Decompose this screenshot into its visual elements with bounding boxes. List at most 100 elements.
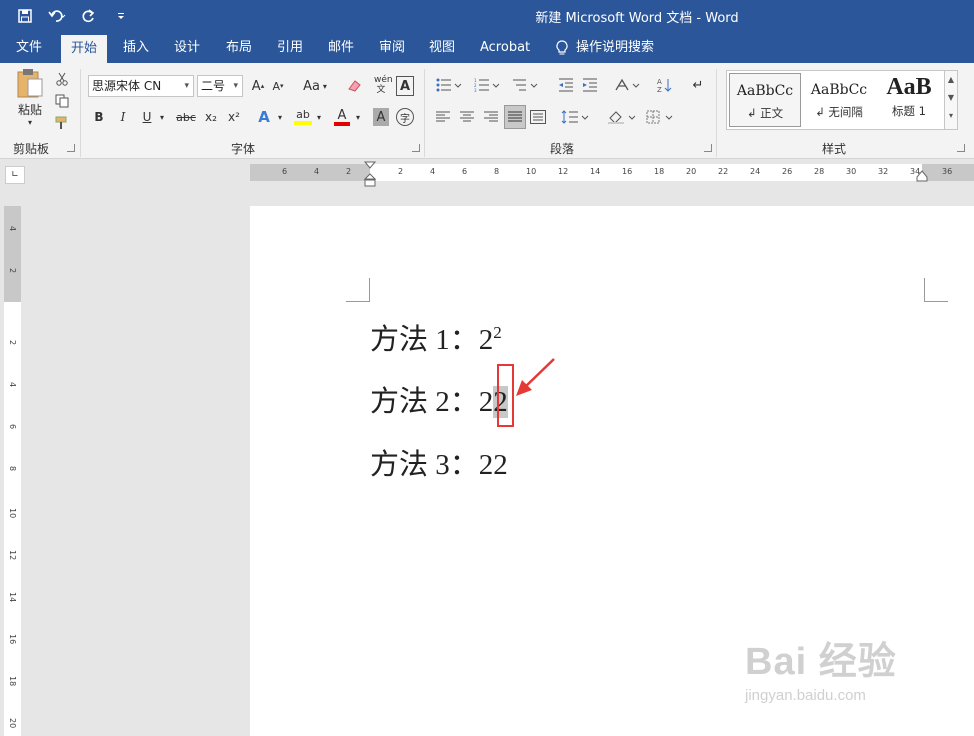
style-heading-1[interactable]: AaB 标题 1 <box>873 73 945 127</box>
font-color-swatch <box>334 121 350 126</box>
ruler-tick-label: 12 <box>8 550 17 561</box>
first-line-indent-marker[interactable] <box>364 161 376 187</box>
baidu-watermark: Bai 经验 jingyan.baidu.com <box>745 630 897 704</box>
base-text: 2 <box>478 324 494 356</box>
chevron-down-icon[interactable]: ▾ <box>353 107 363 127</box>
window-title: 新建 Microsoft Word 文档 - Word <box>535 11 739 26</box>
text-effects-button[interactable]: A <box>255 107 273 127</box>
font-size-dropdown[interactable]: 二号 ▾ <box>197 75 243 97</box>
numbering-icon[interactable]: 123 <box>472 75 502 95</box>
shrink-font-icon[interactable]: A ▾ <box>270 76 286 96</box>
document-line-3[interactable]: 方法 3：22 <box>370 441 508 483</box>
tell-me-search[interactable]: 操作说明搜索 <box>546 33 664 63</box>
vertical-ruler[interactable]: 4 2 2 4 6 8 10 12 14 16 18 20 <box>4 206 21 736</box>
tab-insert[interactable]: 插入 <box>113 33 159 63</box>
ruler-tick-label: 6 <box>462 167 468 176</box>
character-shading-button[interactable]: A <box>373 108 389 126</box>
change-case-button[interactable]: Aa ▾ <box>300 76 330 96</box>
styles-gallery-scroll[interactable]: ▲ ▼ ▾ <box>944 70 958 130</box>
group-divider <box>80 69 81 157</box>
tab-selector[interactable]: ∟ <box>5 166 25 184</box>
line-spacing-icon[interactable] <box>560 107 590 127</box>
chevron-down-icon[interactable]: ▾ <box>157 107 167 127</box>
distributed-icon[interactable] <box>529 107 547 127</box>
tab-acrobat[interactable]: Acrobat <box>470 33 540 63</box>
ruler-tick-label: 8 <box>8 466 17 472</box>
paragraph-dialog-launcher[interactable] <box>704 144 712 152</box>
asian-layout-icon[interactable] <box>612 75 642 95</box>
svg-text:Z: Z <box>657 86 662 93</box>
superscript-button[interactable]: x² <box>225 107 243 127</box>
tab-references[interactable]: 引用 <box>267 33 313 63</box>
format-painter-icon[interactable] <box>52 113 72 133</box>
tab-design[interactable]: 设计 <box>164 33 210 63</box>
more-icon[interactable]: ▾ <box>945 107 957 125</box>
subscript-button[interactable]: x₂ <box>202 107 220 127</box>
font-dialog-launcher[interactable] <box>412 144 420 152</box>
line-prefix: 方法 1： <box>370 324 479 356</box>
watermark-logo: Bai 经验 <box>745 641 897 683</box>
shading-icon[interactable] <box>606 107 638 127</box>
tab-view[interactable]: 视图 <box>419 33 465 63</box>
chevron-down-icon[interactable]: ▾ <box>275 107 285 127</box>
document-line-1[interactable]: 方法 1：22 <box>370 316 502 358</box>
strikethrough-button[interactable]: abc <box>175 107 197 127</box>
align-right-icon[interactable] <box>482 107 500 127</box>
chevron-up-icon[interactable]: ▲ <box>945 71 957 89</box>
increase-indent-icon[interactable] <box>580 75 600 95</box>
bullets-icon[interactable] <box>434 75 464 95</box>
copy-icon[interactable] <box>52 91 72 111</box>
tell-me-label: 操作说明搜索 <box>576 40 655 55</box>
chevron-down-icon[interactable]: ▾ <box>314 107 324 127</box>
style-sample: AaB <box>886 74 932 100</box>
bold-button[interactable]: B <box>92 107 106 127</box>
styles-dialog-launcher[interactable] <box>957 144 965 152</box>
tab-file[interactable]: 文件 <box>6 33 52 63</box>
ruler-tick-label: 30 <box>846 167 857 176</box>
font-group-label: 字体 <box>231 142 256 156</box>
tab-mailings[interactable]: 邮件 <box>318 33 364 63</box>
left-margin-ruler <box>250 164 370 181</box>
clear-formatting-icon[interactable] <box>345 76 363 96</box>
show-formatting-marks-icon[interactable]: ↵ <box>688 75 708 95</box>
horizontal-ruler[interactable]: 6 4 2 2 4 6 8 10 12 14 16 18 20 22 24 26 28 30 32 34 36 <box>250 161 974 187</box>
ruler-tick-label: 6 <box>282 167 288 176</box>
crop-mark <box>346 278 370 302</box>
chevron-down-icon: ▾ <box>184 81 189 91</box>
ruler-tick-label: 18 <box>8 676 17 687</box>
grow-font-icon[interactable]: A ▴ <box>250 76 266 96</box>
clipboard-group-label: 剪贴板 <box>13 142 50 156</box>
borders-icon[interactable] <box>645 107 677 127</box>
tab-review[interactable]: 审阅 <box>369 33 415 63</box>
document-line-2[interactable]: 方法 2：22 <box>370 378 508 420</box>
group-divider <box>716 69 717 157</box>
base-text: 2 <box>478 386 494 418</box>
line-prefix: 方法 3： <box>370 449 479 481</box>
style-sample: AaBbCc <box>810 82 868 98</box>
italic-button[interactable]: I <box>116 107 130 127</box>
phonetic-guide-button[interactable]: wén 文 <box>371 72 393 98</box>
style-normal[interactable]: AaBbCc ↲ 正文 <box>729 73 801 127</box>
enclose-characters-button[interactable]: 字 <box>396 108 414 126</box>
align-center-icon[interactable] <box>458 107 476 127</box>
style-no-spacing[interactable]: AaBbCc ↲ 无间隔 <box>803 73 875 127</box>
decrease-indent-icon[interactable] <box>556 75 576 95</box>
font-name-dropdown[interactable]: 思源宋体 CN ▾ <box>88 75 194 97</box>
justify-icon[interactable] <box>504 105 526 129</box>
align-left-icon[interactable] <box>434 107 452 127</box>
paste-button[interactable]: 粘贴 ▾ <box>12 67 48 127</box>
font-color-button[interactable]: A <box>333 107 351 127</box>
underline-button[interactable]: U <box>140 107 154 127</box>
chevron-down-icon[interactable]: ▼ <box>945 89 957 107</box>
character-border-icon[interactable]: A <box>396 76 414 96</box>
ruler-tick-label: 6 <box>8 424 17 430</box>
cut-icon[interactable] <box>52 69 72 89</box>
clipboard-dialog-launcher[interactable] <box>67 144 75 152</box>
sort-icon[interactable]: AZ <box>655 75 675 95</box>
font-size-value: 二号 <box>201 79 226 93</box>
highlight-color-button[interactable]: ab <box>292 107 314 127</box>
tab-layout[interactable]: 布局 <box>216 33 262 63</box>
multilevel-list-icon[interactable] <box>510 75 540 95</box>
ruler-tick-label: 20 <box>686 167 697 176</box>
tab-home[interactable]: 开始 <box>61 35 108 63</box>
